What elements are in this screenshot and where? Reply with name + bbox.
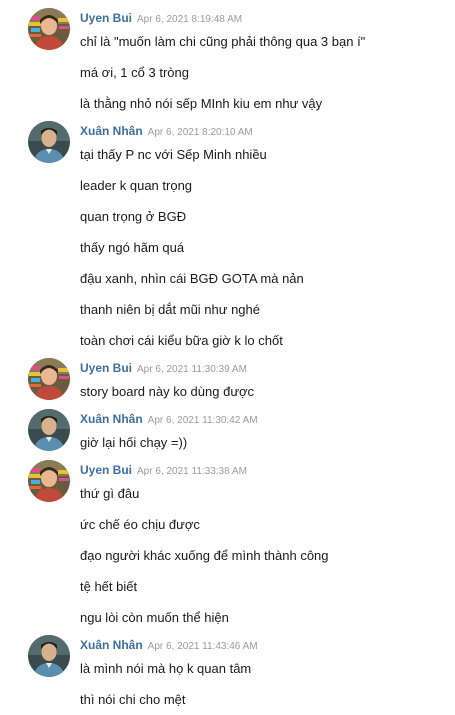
message-timestamp: Apr 6, 2021 8:19:48 AM <box>137 14 243 25</box>
message-text: tại thấy P nc với Sếp Minh nhiều <box>80 147 267 162</box>
message-text: thấy ngó hãm quá <box>80 240 185 255</box>
message-header: Uyen Bui Apr 6, 2021 8:19:48 AM <box>80 9 242 27</box>
message-text: toàn chơi cái kiểu bữa giờ k lo chốt <box>80 333 283 348</box>
sender-name[interactable]: Uyen Bui <box>80 11 132 25</box>
message-header: Xuân Nhân Apr 6, 2021 11:30:42 AM <box>80 410 258 428</box>
sender-name[interactable]: Uyen Bui <box>80 463 132 477</box>
message-text: quan trọng ở BGĐ <box>80 209 187 224</box>
message-header: Uyen Bui Apr 6, 2021 11:30:39 AM <box>80 359 247 377</box>
message-text: má ơi, 1 cổ 3 tròng <box>80 65 189 80</box>
message-text: là thằng nhỏ nói sếp MInh kiu em như vậy <box>80 96 323 111</box>
sender-name[interactable]: Xuân Nhân <box>80 124 143 138</box>
message-timestamp: Apr 6, 2021 8:20:10 AM <box>147 127 253 138</box>
message-timestamp: Apr 6, 2021 11:43:46 AM <box>147 641 258 652</box>
sender-name[interactable]: Xuân Nhân <box>80 638 143 652</box>
message-header: Uyen Bui Apr 6, 2021 11:33:38 AM <box>80 461 247 479</box>
message-text: giờ lại hối chạy =)) <box>80 435 188 450</box>
message-header: Xuân Nhân Apr 6, 2021 11:43:46 AM <box>80 636 258 654</box>
message-text: story board này ko dùng được <box>80 384 255 399</box>
message-timestamp: Apr 6, 2021 11:30:42 AM <box>147 415 258 426</box>
message-text: đậu xanh, nhìn cái BGĐ GOTA mà nản <box>80 271 304 286</box>
message-text: thì nói chi cho mệt <box>80 692 186 707</box>
message-text: ngu lòi còn muốn thể hiện <box>80 610 229 625</box>
avatar[interactable] <box>28 460 70 502</box>
message-text: thứ gì đâu <box>80 486 140 501</box>
avatar[interactable] <box>28 121 70 163</box>
message-text: thanh niên bị dắt mũi như nghé <box>80 302 261 317</box>
sender-name[interactable]: Xuân Nhân <box>80 412 143 426</box>
sender-name[interactable]: Uyen Bui <box>80 361 132 375</box>
avatar[interactable] <box>28 409 70 451</box>
message-text: ức chế éo chịu được <box>80 517 200 532</box>
message-text: leader k quan trọng <box>80 178 193 193</box>
message-timestamp: Apr 6, 2021 11:30:39 AM <box>137 364 247 375</box>
message-header: Xuân Nhân Apr 6, 2021 8:20:10 AM <box>80 122 253 140</box>
message-text: đạo người khác xuống để mình thành công <box>80 548 329 563</box>
avatar[interactable] <box>28 635 70 677</box>
message-text: là mình nói mà họ k quan tâm <box>80 661 252 676</box>
message-timestamp: Apr 6, 2021 11:33:38 AM <box>137 466 247 477</box>
avatar[interactable] <box>28 8 70 50</box>
avatar[interactable] <box>28 358 70 400</box>
message-text: chỉ là "muốn làm chi cũng phải thông qua… <box>80 34 366 49</box>
message-text: tệ hết biết <box>80 579 138 594</box>
